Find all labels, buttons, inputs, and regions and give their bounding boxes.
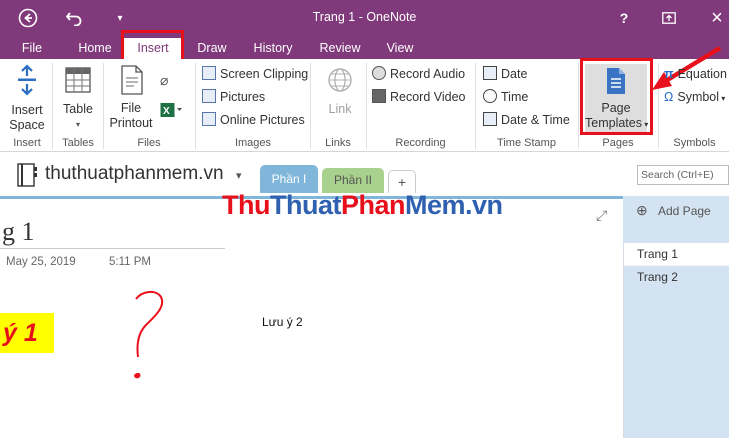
tab-history[interactable]: History xyxy=(246,38,300,59)
calendar-clock-icon xyxy=(483,112,497,126)
svg-text:X: X xyxy=(163,106,170,117)
search-input[interactable]: Search (Ctrl+E) xyxy=(637,165,729,185)
group-label-pages: Pages xyxy=(602,137,634,149)
page-time: 5:11 PM xyxy=(109,256,151,268)
record-video-label: Record Video xyxy=(390,90,466,104)
ribbon-separator xyxy=(52,63,53,149)
tab-file[interactable]: File xyxy=(12,38,52,59)
plus-circle-icon: ⊕ xyxy=(636,202,648,218)
time-label: Time xyxy=(501,90,529,104)
notebook-name[interactable]: thuthuatphanmem.vn xyxy=(45,163,224,185)
close-button[interactable]: × xyxy=(705,6,729,30)
pictures-button[interactable]: Pictures xyxy=(202,87,265,107)
page-canvas[interactable]: g 1 May 25, 2019 5:11 PM ý 1 Lưu ý 2 ⤢ xyxy=(0,196,623,438)
page-title[interactable]: g 1 xyxy=(2,217,35,247)
insert-space-label: Insert Space xyxy=(9,103,45,132)
page-list-item[interactable]: Trang 1 xyxy=(624,243,729,265)
microphone-icon xyxy=(372,66,386,80)
highlighted-note-1[interactable]: ý 1 xyxy=(0,313,54,353)
link-label: Link xyxy=(328,102,352,116)
ribbon-separator xyxy=(578,63,579,149)
chevron-down-icon: ▾ xyxy=(75,120,80,129)
file-printout-icon xyxy=(121,65,143,95)
ribbon-separator xyxy=(195,63,196,149)
picture-icon xyxy=(202,89,216,103)
pi-icon: π xyxy=(664,67,674,81)
omega-icon: Ω xyxy=(664,90,674,104)
chevron-down-icon[interactable]: ▾ xyxy=(236,169,242,182)
group-label-insert: Insert xyxy=(13,137,41,149)
note-2[interactable]: Lưu ý 2 xyxy=(262,315,303,329)
table-label: Table xyxy=(63,102,93,116)
group-label-files: Files xyxy=(137,137,161,149)
table-button[interactable]: Table ▾ xyxy=(58,66,98,132)
link-button[interactable]: Link xyxy=(318,66,362,117)
equation-label: Equation xyxy=(677,67,727,81)
table-icon xyxy=(65,67,91,93)
date-button[interactable]: Date xyxy=(483,64,527,84)
group-label-symbols: Symbols xyxy=(673,137,716,149)
handwritten-question-mark xyxy=(134,291,164,379)
online-picture-icon xyxy=(202,112,216,126)
time-button[interactable]: Time xyxy=(483,87,528,107)
page-list-item[interactable]: Trang 2 xyxy=(624,266,729,288)
date-label: Date xyxy=(501,67,528,81)
group-label-time-stamp: Time Stamp xyxy=(497,137,556,149)
insert-space-icon xyxy=(18,64,36,96)
pictures-label: Pictures xyxy=(220,90,266,104)
title-underline xyxy=(0,248,225,249)
online-pictures-label: Online Pictures xyxy=(220,113,305,127)
insert-space-button[interactable]: Insert Space xyxy=(4,64,50,133)
record-audio-button[interactable]: Record Audio xyxy=(372,64,465,84)
add-page-label: Add Page xyxy=(658,204,711,218)
online-pictures-button[interactable]: Online Pictures xyxy=(202,110,305,130)
section-tab-1[interactable]: Phần I xyxy=(260,165,318,193)
expand-icon[interactable]: ⤢ xyxy=(596,207,607,224)
ribbon-separator xyxy=(310,63,311,149)
date-time-label: Date & Time xyxy=(501,113,570,127)
ribbon-tabs: File Home Insert Draw History Review Vie… xyxy=(0,36,729,59)
title-bar: ▾ Trang 1 - OneNote ? × xyxy=(0,0,729,36)
tab-home[interactable]: Home xyxy=(70,38,120,59)
add-page-button[interactable]: ⊕ Add Page xyxy=(623,196,729,244)
tab-review[interactable]: Review xyxy=(312,38,368,59)
spreadsheet-icon[interactable]: X xyxy=(160,102,182,121)
page-templates-highlight-box xyxy=(580,58,653,135)
symbol-label: Symbol xyxy=(677,90,720,104)
notebook-icon[interactable] xyxy=(16,163,38,190)
ribbon-separator xyxy=(366,63,367,149)
file-printout-button[interactable]: File Printout xyxy=(106,64,158,131)
screen-clipping-label: Screen Clipping xyxy=(220,67,309,81)
date-time-button[interactable]: Date & Time xyxy=(483,110,570,130)
chevron-down-icon: ▾ xyxy=(719,94,726,103)
group-label-recording: Recording xyxy=(395,137,446,149)
ribbon-separator xyxy=(103,63,104,149)
file-printout-label: File Printout xyxy=(109,101,153,130)
tab-draw[interactable]: Draw xyxy=(190,38,234,59)
calendar-icon xyxy=(483,66,497,80)
symbol-button[interactable]: Ω Symbol ▾ xyxy=(664,87,725,107)
ribbon-separator xyxy=(475,63,476,149)
equation-button[interactable]: π Equation xyxy=(664,64,727,84)
tab-view[interactable]: View xyxy=(378,38,422,59)
group-label-links: Links xyxy=(325,137,351,149)
page-date: May 25, 2019 xyxy=(6,256,76,268)
group-label-images: Images xyxy=(234,137,272,149)
group-label-tables: Tables xyxy=(62,137,94,149)
link-globe-icon xyxy=(328,68,352,92)
screen-clipping-button[interactable]: Screen Clipping xyxy=(202,64,308,84)
ribbon-display-icon[interactable] xyxy=(657,6,681,30)
help-button[interactable]: ? xyxy=(612,6,636,30)
attach-file-icon[interactable]: ⌀ xyxy=(160,72,168,89)
watermark-logo: ThuThuatPhanMem.vn xyxy=(222,190,503,220)
screen-clipping-icon xyxy=(202,66,216,80)
clock-icon xyxy=(483,89,497,103)
video-camera-icon xyxy=(372,89,386,103)
record-audio-label: Record Audio xyxy=(390,67,466,81)
pages-pane-fill xyxy=(624,288,729,438)
record-video-button[interactable]: Record Video xyxy=(372,87,466,107)
